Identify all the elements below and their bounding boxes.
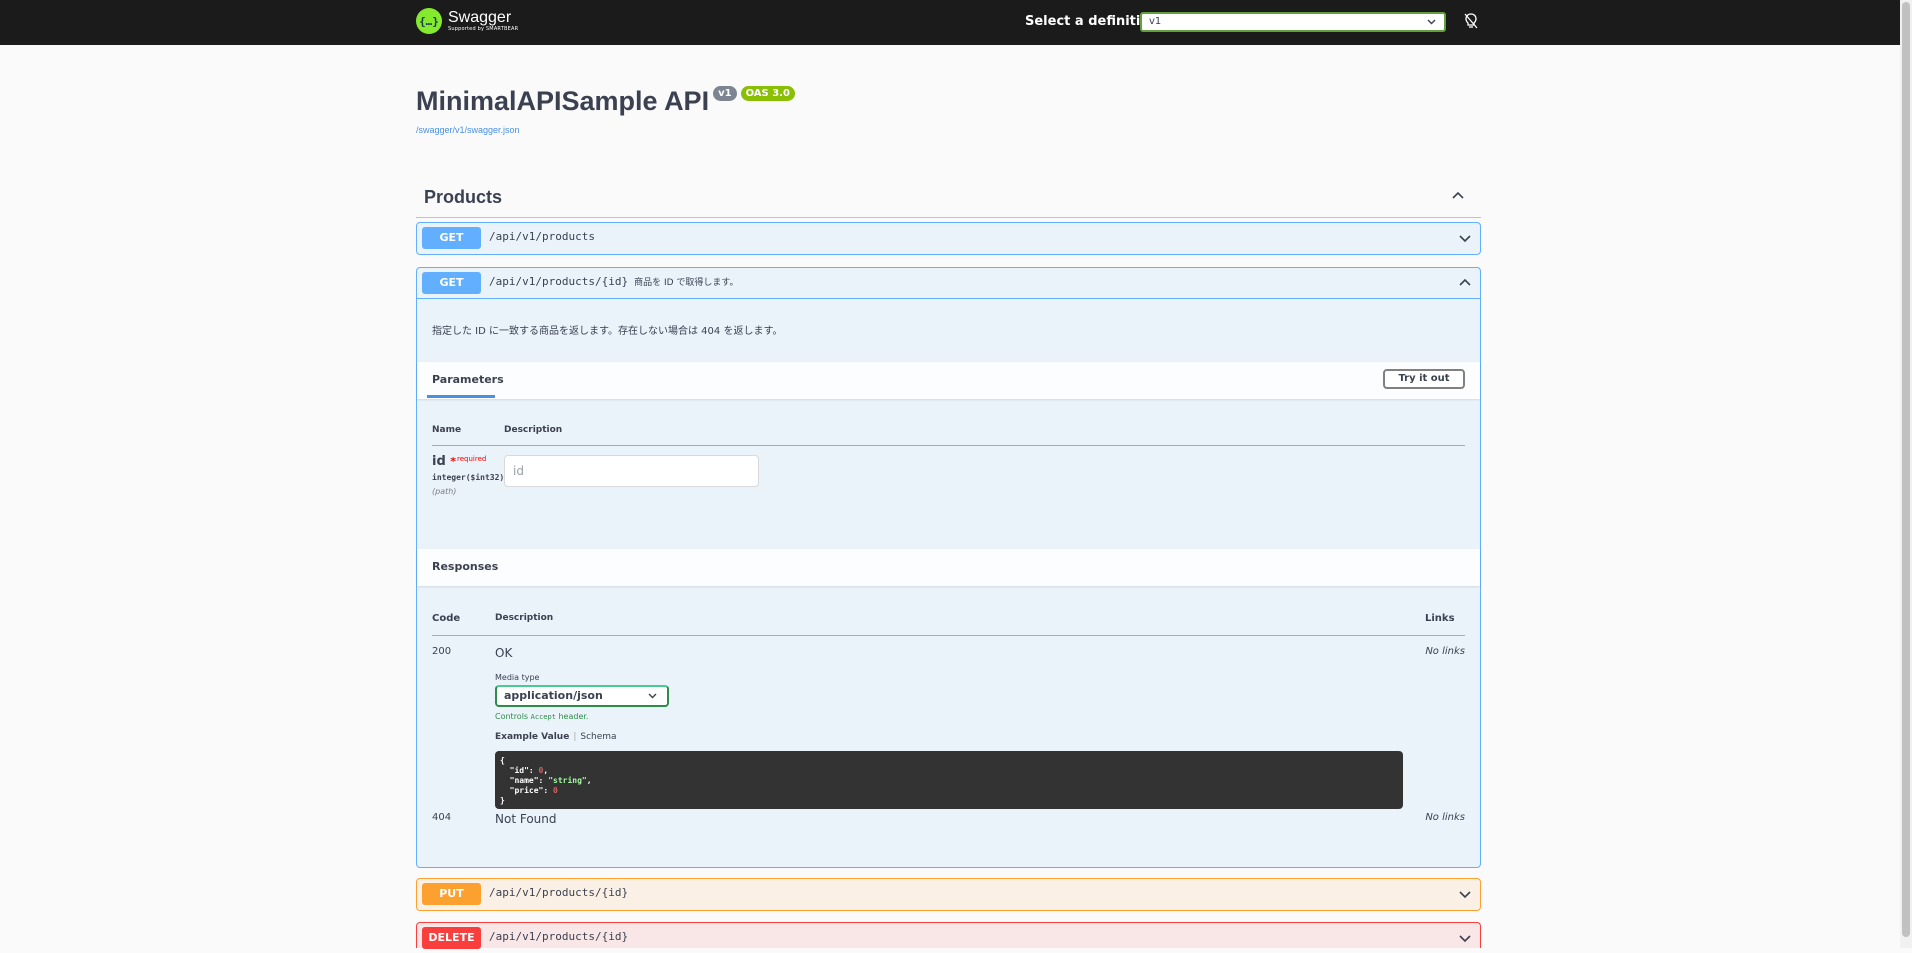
operation-header[interactable]: GET /api/v1/products/{id} 商品を ID で取得します。 <box>417 268 1480 298</box>
controls-accept-note: Controls Accept header. <box>495 712 589 721</box>
required-label: required <box>457 455 487 463</box>
responses-section-header: Responses <box>417 549 1480 586</box>
chevron-down-icon <box>1427 14 1436 36</box>
responses-title: Responses <box>432 560 499 573</box>
parameters-section-header: Parameters Try it out <box>417 362 1480 399</box>
operation-get-products[interactable]: GET /api/v1/products <box>416 222 1481 255</box>
oas-badge: OAS 3.0 <box>740 86 795 101</box>
method-badge: GET <box>422 272 481 294</box>
swagger-logo[interactable]: {…} Swagger Supported by SMARTBEAR <box>416 8 518 34</box>
example-tabs: Example Value | Schema <box>495 732 617 742</box>
operation-path: /api/v1/products <box>489 230 595 243</box>
param-type: integer($int32) <box>432 473 505 482</box>
operation-body: 指定した ID に一致する商品を返します。存在しない場合は 404 を返します。… <box>417 298 1480 868</box>
response-description: Not Found <box>495 812 557 826</box>
param-col-name: Name <box>432 425 462 435</box>
media-type-label: Media type <box>495 673 540 682</box>
brand-name: Swagger <box>448 9 512 26</box>
method-badge: DELETE <box>422 927 481 949</box>
spec-link[interactable]: /swagger/v1/swagger.json <box>416 125 520 135</box>
chevron-down-icon <box>648 687 657 712</box>
response-code: 404 <box>432 812 452 823</box>
operation-path: /api/v1/products/{id} <box>489 886 629 899</box>
response-links: No links <box>1425 812 1465 823</box>
response-description: OK <box>495 646 513 660</box>
definition-value: v1 <box>1149 16 1162 27</box>
chevron-up-icon[interactable] <box>1458 275 1472 294</box>
param-name: id * <box>432 454 457 469</box>
method-badge: GET <box>422 227 481 249</box>
operation-path: /api/v1/products/{id} 商品を ID で取得します。 <box>489 275 739 288</box>
operation-path: /api/v1/products/{id} <box>489 930 629 943</box>
example-code-block[interactable]: { "id": 0, "name": "string", "price": 0 … <box>495 751 1403 809</box>
param-in: (path) <box>432 487 457 496</box>
resp-col-code: Code <box>432 613 461 624</box>
definition-label: Select a definition <box>1025 14 1159 29</box>
method-badge: PUT <box>422 883 481 905</box>
operation-put-product[interactable]: PUT /api/v1/products/{id} <box>416 878 1481 911</box>
chevron-down-icon[interactable] <box>1458 930 1472 949</box>
operation-summary: 商品を ID で取得します。 <box>634 278 739 288</box>
definition-select[interactable]: v1 <box>1140 12 1446 32</box>
media-type-select[interactable]: application/json <box>495 685 669 707</box>
parameters-title[interactable]: Parameters <box>432 373 504 386</box>
version-badge: v1 <box>713 86 737 101</box>
try-it-out-button[interactable]: Try it out <box>1383 369 1465 389</box>
param-col-description: Description <box>504 425 563 435</box>
swagger-logo-icon: {…} <box>416 8 442 34</box>
divider <box>432 635 1465 636</box>
tab-example-value[interactable]: Example Value <box>495 732 569 742</box>
dark-mode-toggle-icon[interactable] <box>1462 12 1480 30</box>
operation-delete-product[interactable]: DELETE /api/v1/products/{id} <box>416 922 1481 949</box>
api-title: MinimalAPISample API <box>416 86 710 116</box>
topbar: {…} Swagger Supported by SMARTBEAR Selec… <box>0 0 1900 45</box>
scrollbar[interactable] <box>1900 0 1912 948</box>
resp-col-description: Description <box>495 613 554 623</box>
scrollbar-thumb[interactable] <box>1902 2 1910 937</box>
operation-get-product-by-id: GET /api/v1/products/{id} 商品を ID で取得します。 … <box>416 267 1481 868</box>
id-input[interactable]: id <box>504 455 759 487</box>
tag-products-header[interactable]: Products <box>416 180 1481 218</box>
response-links: No links <box>1425 646 1465 657</box>
tab-schema[interactable]: Schema <box>580 732 616 742</box>
chevron-up-icon[interactable] <box>1451 188 1465 207</box>
brand-sub: Supported by SMARTBEAR <box>448 26 519 32</box>
operation-description: 指定した ID に一致する商品を返します。存在しない場合は 404 を返します。 <box>432 326 783 337</box>
chevron-down-icon[interactable] <box>1458 886 1472 905</box>
divider <box>432 445 1465 446</box>
response-code: 200 <box>432 646 452 657</box>
tab-underline <box>427 395 495 398</box>
media-type-value: application/json <box>504 689 603 702</box>
tag-name: Products <box>424 187 503 207</box>
chevron-down-icon[interactable] <box>1458 230 1472 249</box>
page-title: MinimalAPISample API v1 OAS 3.0 <box>416 86 795 117</box>
resp-col-links: Links <box>1425 613 1455 624</box>
